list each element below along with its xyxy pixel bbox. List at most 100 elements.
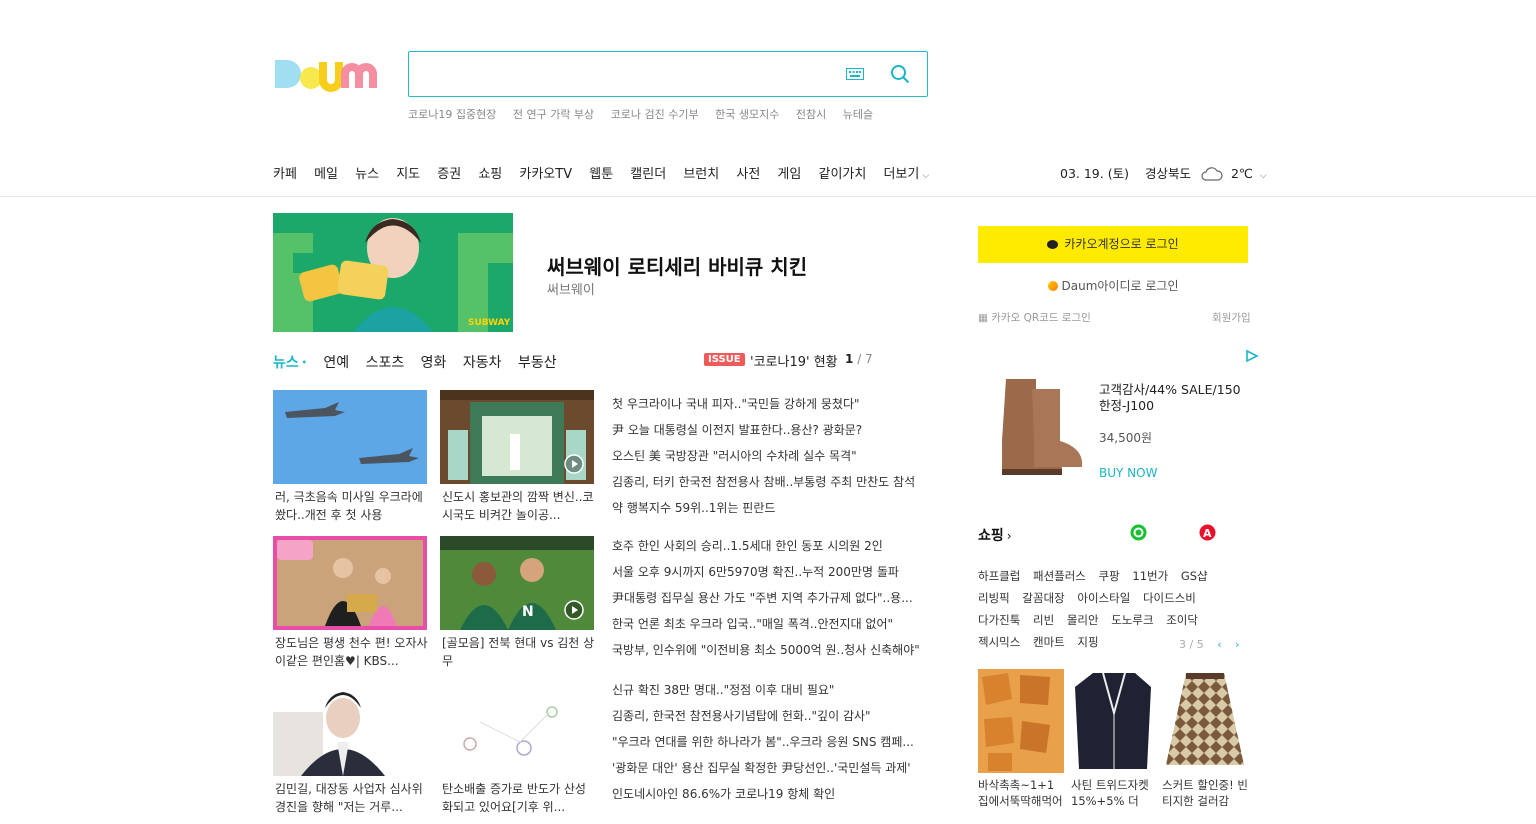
news-headline[interactable]: 국방부, 인수위에 "이전비용 최소 5000억 원..청사 신축해야" xyxy=(612,637,930,663)
shop-link[interactable]: 리빙픽 xyxy=(978,591,1010,605)
tab-news[interactable]: 뉴스 • xyxy=(273,355,307,371)
news-card-caption[interactable]: 탄소배출 증가로 반도가 산성화되고 있어요[기후 위... xyxy=(442,780,596,816)
trend-keyword[interactable]: 코로나19 집중현장 xyxy=(408,108,496,121)
shop-link[interactable]: 젝시믹스 xyxy=(978,635,1020,649)
product-image[interactable] xyxy=(1162,669,1248,773)
news-card-caption[interactable]: 러, 극초음속 미사일 우크라에 쐈다..개전 후 첫 사용 xyxy=(275,488,429,524)
news-headline[interactable]: '광화문 대안' 용산 집무실 확정한 尹당선인..'국민설득 과제' xyxy=(612,755,930,781)
kakao-login-button[interactable]: 카카오계정으로 로그인 xyxy=(978,226,1248,263)
search-icon[interactable] xyxy=(890,64,910,84)
shop-link[interactable]: 다가진툭 xyxy=(978,613,1020,627)
weather-widget[interactable]: 03. 19. (토) 경상북도 2℃ ⌵ xyxy=(1060,163,1267,182)
nav-webtoon[interactable]: 웹툰 xyxy=(589,167,613,182)
nav-game[interactable]: 게임 xyxy=(777,167,801,182)
auction-icon[interactable]: A xyxy=(1199,524,1216,541)
shop-link[interactable]: 쿠팡 xyxy=(1099,569,1120,583)
nav-more[interactable]: 더보기 ⌵ xyxy=(883,167,929,182)
nav-together[interactable]: 같이가치 xyxy=(818,167,866,182)
news-card-caption[interactable]: [골모음] 전북 현대 vs 김천 상무 xyxy=(442,634,596,670)
news-headline[interactable]: 호주 한인 사회의 승리..1.5세대 한인 동포 시의원 2인 xyxy=(612,533,930,559)
chevron-right-icon[interactable]: › xyxy=(1235,638,1239,651)
shop-link[interactable]: 지핑 xyxy=(1077,635,1098,649)
chevron-left-icon[interactable]: ‹ xyxy=(1217,638,1221,651)
tab-movie[interactable]: 영화 xyxy=(421,355,447,371)
issue-link[interactable]: '코로나19' 현황 xyxy=(750,351,838,370)
qr-login-link[interactable]: ▦ 카카오 QR코드 로그인 xyxy=(978,310,1091,325)
trend-keyword[interactable]: 전 연구 가락 부상 xyxy=(513,108,594,121)
nav-shopping[interactable]: 쇼핑 xyxy=(478,167,502,182)
ad-buy-now-link[interactable]: BUY NOW xyxy=(1099,466,1157,480)
nav-dictionary[interactable]: 사전 xyxy=(736,167,760,182)
nav-cafe[interactable]: 카페 xyxy=(273,167,297,182)
shop-link[interactable]: 다이드스비 xyxy=(1143,591,1196,605)
shopping-title[interactable]: 쇼핑 › xyxy=(978,525,1012,545)
shop-link[interactable]: 캔마트 xyxy=(1033,635,1065,649)
news-thumbnail[interactable] xyxy=(273,536,427,630)
ad-title[interactable]: 고객감사/44% SALE/150한정-J100 xyxy=(1099,382,1249,414)
product-caption[interactable]: 사틴 트위드자켓 15%+5% 더 xyxy=(1071,777,1161,811)
nav-kakaotv[interactable]: 카카오TV xyxy=(519,167,572,182)
shop-link[interactable]: 도노루크 xyxy=(1111,613,1153,627)
news-thumbnail[interactable] xyxy=(273,390,427,484)
feature-title[interactable]: 써브웨이 로티세리 바비큐 치킨 xyxy=(547,251,807,280)
news-headline[interactable]: 약 행복지수 59위..1위는 핀란드 xyxy=(612,495,930,521)
product-image[interactable] xyxy=(978,669,1064,773)
news-headline[interactable]: 尹 오늘 대통령실 이전지 발표한다..용산? 광화문? xyxy=(612,417,930,443)
product-caption[interactable]: 바삭촉촉~1+1 집에서뚝딱해먹어 xyxy=(978,777,1068,811)
news-headline[interactable]: 첫 우크라이나 국내 피자.."국민들 강하게 뭉쳤다" xyxy=(612,391,930,417)
news-headline[interactable]: 인도네시아인 86.6%가 코로나19 항체 확인 xyxy=(612,781,930,807)
shop-link[interactable]: GS샵 xyxy=(1181,569,1208,583)
news-thumbnail[interactable] xyxy=(440,682,594,776)
nav-news[interactable]: 뉴스 xyxy=(355,167,379,182)
product-image[interactable] xyxy=(1071,669,1157,773)
news-thumbnail[interactable] xyxy=(273,682,427,776)
keyboard-icon[interactable] xyxy=(846,68,864,80)
news-headline[interactable]: 尹대통령 집무실 용산 가도 "주변 지역 추가규제 없다"..용... xyxy=(612,585,930,611)
daum-logo[interactable] xyxy=(273,52,389,98)
signup-link[interactable]: 회원가입 xyxy=(1212,310,1251,325)
nav-brunch[interactable]: 브런치 xyxy=(683,167,719,182)
news-thumbnail[interactable] xyxy=(440,390,594,484)
tab-realestate[interactable]: 부동산 xyxy=(518,355,557,371)
tab-car[interactable]: 자동차 xyxy=(463,355,502,371)
shop-link[interactable]: 하프클럽 xyxy=(978,569,1020,583)
trend-keyword[interactable]: 전참시 xyxy=(796,108,826,121)
shop-link[interactable]: 리빈 xyxy=(1033,613,1054,627)
shop-link[interactable]: 11번가 xyxy=(1132,569,1168,583)
nav-calendar[interactable]: 캘린더 xyxy=(630,167,666,182)
ad-choices-icon[interactable] xyxy=(1245,349,1259,363)
search-box[interactable] xyxy=(408,51,928,97)
shop-link[interactable]: 패션플러스 xyxy=(1033,569,1086,583)
nav-mail[interactable]: 메일 xyxy=(314,167,338,182)
nav-stock[interactable]: 증권 xyxy=(437,167,461,182)
news-card-caption[interactable]: 장도님은 평생 천수 편! 오자사이같은 편인홈♥| KBS... xyxy=(275,634,429,670)
news-headline[interactable]: 신규 확진 38만 명대.."정점 이후 대비 필요" xyxy=(612,677,930,703)
news-headline[interactable]: 한국 언론 최초 우크라 입국.."매일 폭격..안전지대 없어" xyxy=(612,611,930,637)
daum-login-link[interactable]: Daum아이디로 로그인 xyxy=(978,277,1248,294)
trend-keyword[interactable]: 코로나 검진 수기부 xyxy=(611,108,699,121)
news-headline[interactable]: 김종리, 한국전 참전용사기념탑에 헌화.."깊이 감사" xyxy=(612,703,930,729)
product-caption[interactable]: 스커트 할인중! 빈티지한 걸러감 xyxy=(1162,777,1252,811)
tab-sports[interactable]: 스포츠 xyxy=(366,355,405,371)
trend-keyword[interactable]: 뉴테슬 xyxy=(843,108,873,121)
shop-link[interactable]: 아이스타일 xyxy=(1077,591,1130,605)
tab-entertainment[interactable]: 연예 xyxy=(323,355,349,371)
play-icon[interactable] xyxy=(564,454,584,474)
issue-pager[interactable]: 1 / 7 xyxy=(845,352,873,366)
play-icon[interactable] xyxy=(564,600,584,620)
news-card-caption[interactable]: 김민길, 대장동 사업자 심사위 경진을 향해 "저는 거루... xyxy=(275,780,429,816)
search-input[interactable] xyxy=(421,62,831,86)
shop-link[interactable]: 갈꼼대장 xyxy=(1022,591,1064,605)
news-thumbnail[interactable]: N xyxy=(440,536,594,630)
trend-keyword[interactable]: 한국 생모지수 xyxy=(715,108,779,121)
news-headline[interactable]: 김종리, 터키 한국전 참전용사 참배..부통령 주최 만찬도 참석 xyxy=(612,469,930,495)
feature-image[interactable]: SUBWAY xyxy=(273,213,513,332)
shop-link[interactable]: 몰리안 xyxy=(1067,613,1099,627)
news-headline[interactable]: 서울 오후 9시까지 6만5970명 확진..누적 200만명 돌파 xyxy=(612,559,930,585)
news-headline[interactable]: "우크라 연대를 위한 하나라가 봄"..우크라 응원 SNS 캠페... xyxy=(612,729,930,755)
news-card-caption[interactable]: 신도시 홍보관의 깜짝 변신..코시국도 비켜간 놀이공... xyxy=(442,488,596,524)
news-headline[interactable]: 오스틴 美 국방장관 "러시아의 수차례 실수 목격" xyxy=(612,443,930,469)
shop-link[interactable]: 조이닥 xyxy=(1166,613,1198,627)
gmarket-icon[interactable] xyxy=(1130,524,1147,541)
nav-map[interactable]: 지도 xyxy=(396,167,420,182)
